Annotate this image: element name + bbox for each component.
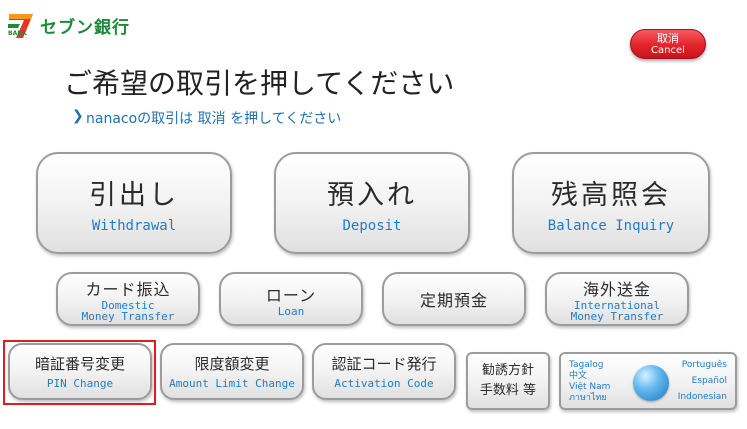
language-option: 中文 xyxy=(569,371,588,381)
activation-code-button[interactable]: 認証コード発行 Activation Code xyxy=(312,343,456,400)
balance-inquiry-label-ja: 残高照会 xyxy=(551,179,671,211)
language-select-button[interactable]: Tagalog 中文 Việt Nam ภาษาไทย Português Es… xyxy=(559,352,737,410)
international-transfer-label-en2: Money Transfer xyxy=(570,310,664,323)
loan-button[interactable]: ローン Loan xyxy=(219,272,363,326)
policy-label: 勧誘方針 xyxy=(481,363,534,378)
language-option: Indonesian xyxy=(677,392,727,402)
chevron-right-icon: ❯ xyxy=(72,108,84,124)
activation-code-label-en: Activation Code xyxy=(334,377,434,390)
deposit-label-ja: 預入れ xyxy=(327,179,417,211)
loan-label-en: Loan xyxy=(277,304,305,318)
withdrawal-label-ja: 引出し xyxy=(89,179,179,211)
loan-label-ja: ローン xyxy=(265,285,317,305)
fees-label: 手数料 等 xyxy=(479,383,537,398)
language-option: ภาษาไทย xyxy=(569,393,607,403)
card-transfer-label-ja: カード振込 xyxy=(85,280,171,299)
cancel-label-en: Cancel xyxy=(651,45,685,56)
subtitle-text: nanacoの取引は 取消 を押してください xyxy=(86,111,342,127)
language-option: Español xyxy=(691,376,727,386)
seven-bank-mark-icon: BANK xyxy=(6,10,36,40)
card-transfer-label-en2: Money Transfer xyxy=(81,310,175,323)
activation-code-label-ja: 認証コード発行 xyxy=(331,355,437,373)
time-deposit-button[interactable]: 定期預金 xyxy=(382,272,526,326)
language-option: Tagalog xyxy=(569,360,604,370)
international-transfer-label-ja: 海外送金 xyxy=(582,280,651,299)
withdrawal-button[interactable]: 引出し Withdrawal xyxy=(36,152,232,254)
amount-limit-label-en: Amount Limit Change xyxy=(169,377,295,390)
balance-inquiry-button[interactable]: 残高照会 Balance Inquiry xyxy=(512,152,710,254)
time-deposit-label-ja: 定期預金 xyxy=(419,291,488,310)
balance-inquiry-label-en: Balance Inquiry xyxy=(547,217,675,234)
card-transfer-button[interactable]: カード振込 Domestic Money Transfer xyxy=(56,272,200,326)
svg-text:BANK: BANK xyxy=(8,30,27,37)
globe-icon xyxy=(633,365,669,401)
page-subtitle: ❯ nanacoの取引は 取消 を押してください xyxy=(72,108,342,128)
page-title: ご希望の取引を押してください xyxy=(64,67,455,100)
pin-change-highlight-box xyxy=(3,340,156,405)
cancel-label-ja: 取消 xyxy=(657,32,679,45)
language-option: Português xyxy=(681,360,727,370)
deposit-button[interactable]: 預入れ Deposit xyxy=(274,152,470,254)
withdrawal-label-en: Withdrawal xyxy=(91,217,177,234)
language-option: Việt Nam xyxy=(569,382,611,392)
language-list-right: Português Español Indonesian xyxy=(678,360,727,403)
cancel-button[interactable]: 取消 Cancel xyxy=(630,29,706,59)
bank-name: セブン銀行 xyxy=(40,17,130,38)
amount-limit-change-button[interactable]: 限度額変更 Amount Limit Change xyxy=(160,343,304,400)
policy-fees-button[interactable]: 勧誘方針 手数料 等 xyxy=(466,352,550,410)
deposit-label-en: Deposit xyxy=(342,217,402,234)
amount-limit-label-ja: 限度額変更 xyxy=(194,355,270,373)
international-transfer-button[interactable]: 海外送金 International Money Transfer xyxy=(545,272,689,326)
language-list-left: Tagalog 中文 Việt Nam ภาษาไทย xyxy=(569,360,610,404)
bank-logo: BANK セブン銀行 xyxy=(6,8,130,42)
